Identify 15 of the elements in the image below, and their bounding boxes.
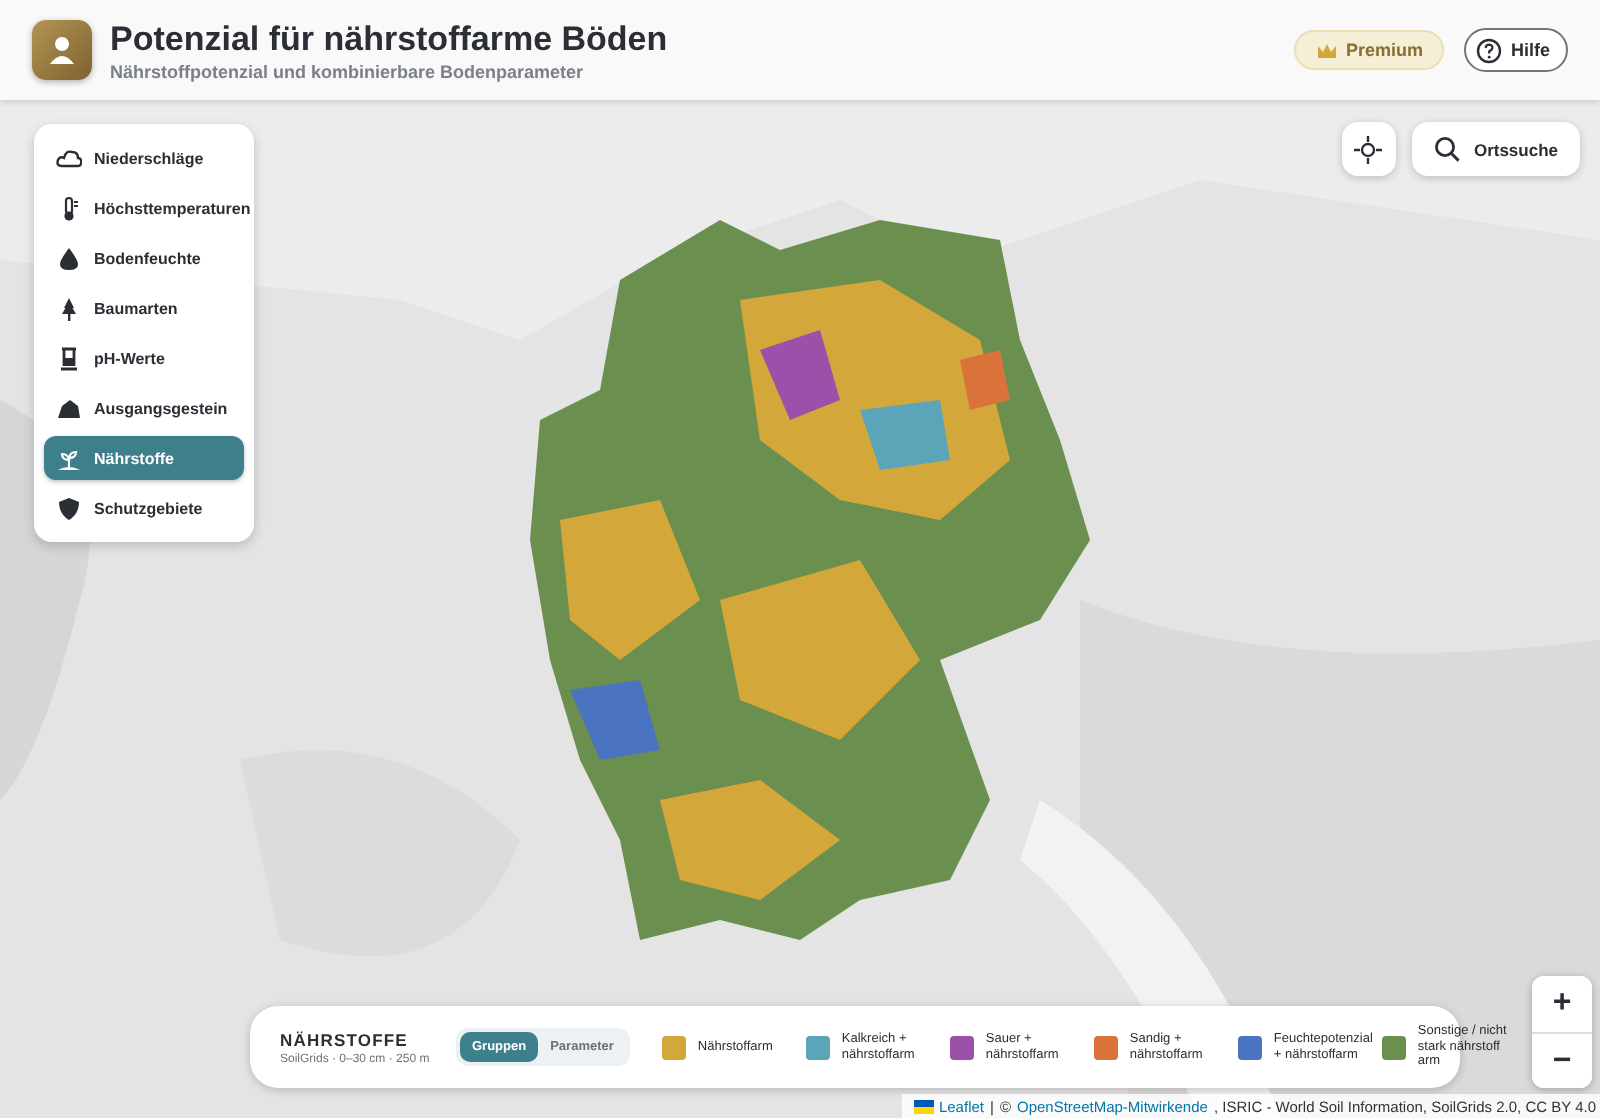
layer-menu-item[interactable]: Ausgangsgestein xyxy=(44,386,244,430)
zoom-in-button[interactable]: + xyxy=(1532,976,1592,1032)
layer-menu-item[interactable]: Bodenfeuchte xyxy=(44,236,244,280)
layer-menu-item[interactable]: Niederschläge xyxy=(44,136,244,180)
premium-button[interactable]: Premium xyxy=(1293,30,1445,70)
page-title: Potenzial für nährstoffarme Böden xyxy=(110,19,670,59)
layer-menu-item[interactable]: Baumarten xyxy=(44,286,244,330)
zoom-out-button[interactable]: − xyxy=(1532,1032,1592,1088)
help-button[interactable]: Hilfe xyxy=(1464,28,1568,72)
layer-menu-item[interactable]: Schutzgebiete xyxy=(44,486,244,530)
layer-menu-item[interactable]: pH-Werte xyxy=(44,336,244,380)
legend-title: NÄHRSTOFFE xyxy=(280,1029,410,1049)
location-search-button[interactable]: Ortssuche xyxy=(1411,122,1580,176)
page-subtitle: Nährstoffpotenzial und kombinierbare Bodenparameter xyxy=(110,61,586,81)
layer-menu-item[interactable]: Nährstoffe xyxy=(44,436,244,480)
